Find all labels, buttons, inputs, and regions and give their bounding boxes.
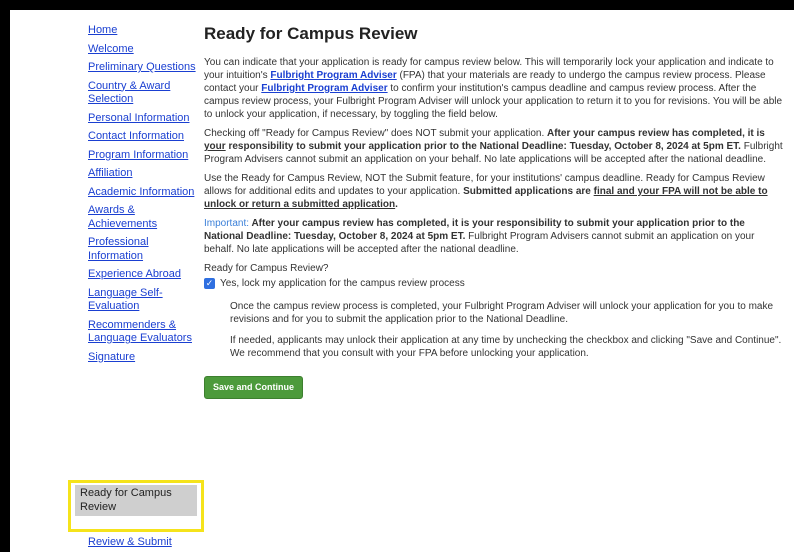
notice-paragraph: Checking off "Ready for Campus Review" d… xyxy=(204,127,784,166)
text: Submitted applications are xyxy=(463,186,594,197)
sidebar-nav: Home Welcome Preliminary Questions Count… xyxy=(88,24,200,369)
text: . xyxy=(395,199,398,210)
sidebar-item-experience-abroad[interactable]: Experience Abroad xyxy=(88,268,200,282)
sidebar-item-personal-info[interactable]: Personal Information xyxy=(88,112,200,126)
sidebar-item-contact-info[interactable]: Contact Information xyxy=(88,130,200,144)
checkbox-label: Yes, lock my application for the campus … xyxy=(220,278,465,289)
sidebar-item-home[interactable]: Home xyxy=(88,24,200,38)
sidebar-item-program-info[interactable]: Program Information xyxy=(88,149,200,163)
sidebar-item-signature[interactable]: Signature xyxy=(88,351,200,365)
sidebar-item-language-self-eval[interactable]: Language Self-Evaluation xyxy=(88,287,200,314)
fpa-link[interactable]: Fulbright Program Adviser xyxy=(261,83,387,94)
sidebar-item-country-award[interactable]: Country & Award Selection xyxy=(88,80,200,107)
sidebar-item-preliminary-questions[interactable]: Preliminary Questions xyxy=(88,61,200,75)
page: Home Welcome Preliminary Questions Count… xyxy=(10,10,794,552)
main-content: Ready for Campus Review You can indicate… xyxy=(204,24,784,399)
usage-paragraph: Use the Ready for Campus Review, NOT the… xyxy=(204,172,784,211)
fpa-link[interactable]: Fulbright Program Adviser xyxy=(270,70,396,81)
intro-paragraph: You can indicate that your application i… xyxy=(204,56,784,121)
ready-checkbox-row[interactable]: ✓ Yes, lock my application for the campu… xyxy=(204,277,784,290)
page-title: Ready for Campus Review xyxy=(204,24,418,43)
text: After your campus review has completed, … xyxy=(547,128,765,139)
note-paragraph: If needed, applicants may unlock their a… xyxy=(230,335,782,359)
save-continue-button[interactable]: Save and Continue xyxy=(204,376,304,399)
important-paragraph: Important: After your campus review has … xyxy=(204,217,784,256)
sidebar-item-affiliation[interactable]: Affiliation xyxy=(88,167,200,181)
ready-checkbox[interactable]: ✓ xyxy=(204,278,215,289)
important-label: Important: xyxy=(204,218,250,229)
text: responsibility to submit your applicatio… xyxy=(225,141,741,152)
question-label: Ready for Campus Review? xyxy=(204,263,329,274)
sidebar-item-label: Ready for Campus Review xyxy=(75,485,197,516)
text: Checking off "Ready for Campus Review" d… xyxy=(204,128,547,139)
note-paragraph: Once the campus review process is comple… xyxy=(230,301,774,325)
sidebar-item-recommenders[interactable]: Recommenders & Language Evaluators xyxy=(88,319,200,346)
sidebar-item-academic-info[interactable]: Academic Information xyxy=(88,186,200,200)
sidebar-item-ready-for-campus-review[interactable]: Ready for Campus Review xyxy=(68,480,204,532)
sidebar-item-awards[interactable]: Awards & Achievements xyxy=(88,204,200,231)
text: your xyxy=(204,141,226,152)
sidebar-item-review-submit[interactable]: Review & Submit xyxy=(88,536,172,550)
sidebar-item-welcome[interactable]: Welcome xyxy=(88,43,200,57)
sidebar-item-professional-info[interactable]: Professional Information xyxy=(88,236,200,263)
